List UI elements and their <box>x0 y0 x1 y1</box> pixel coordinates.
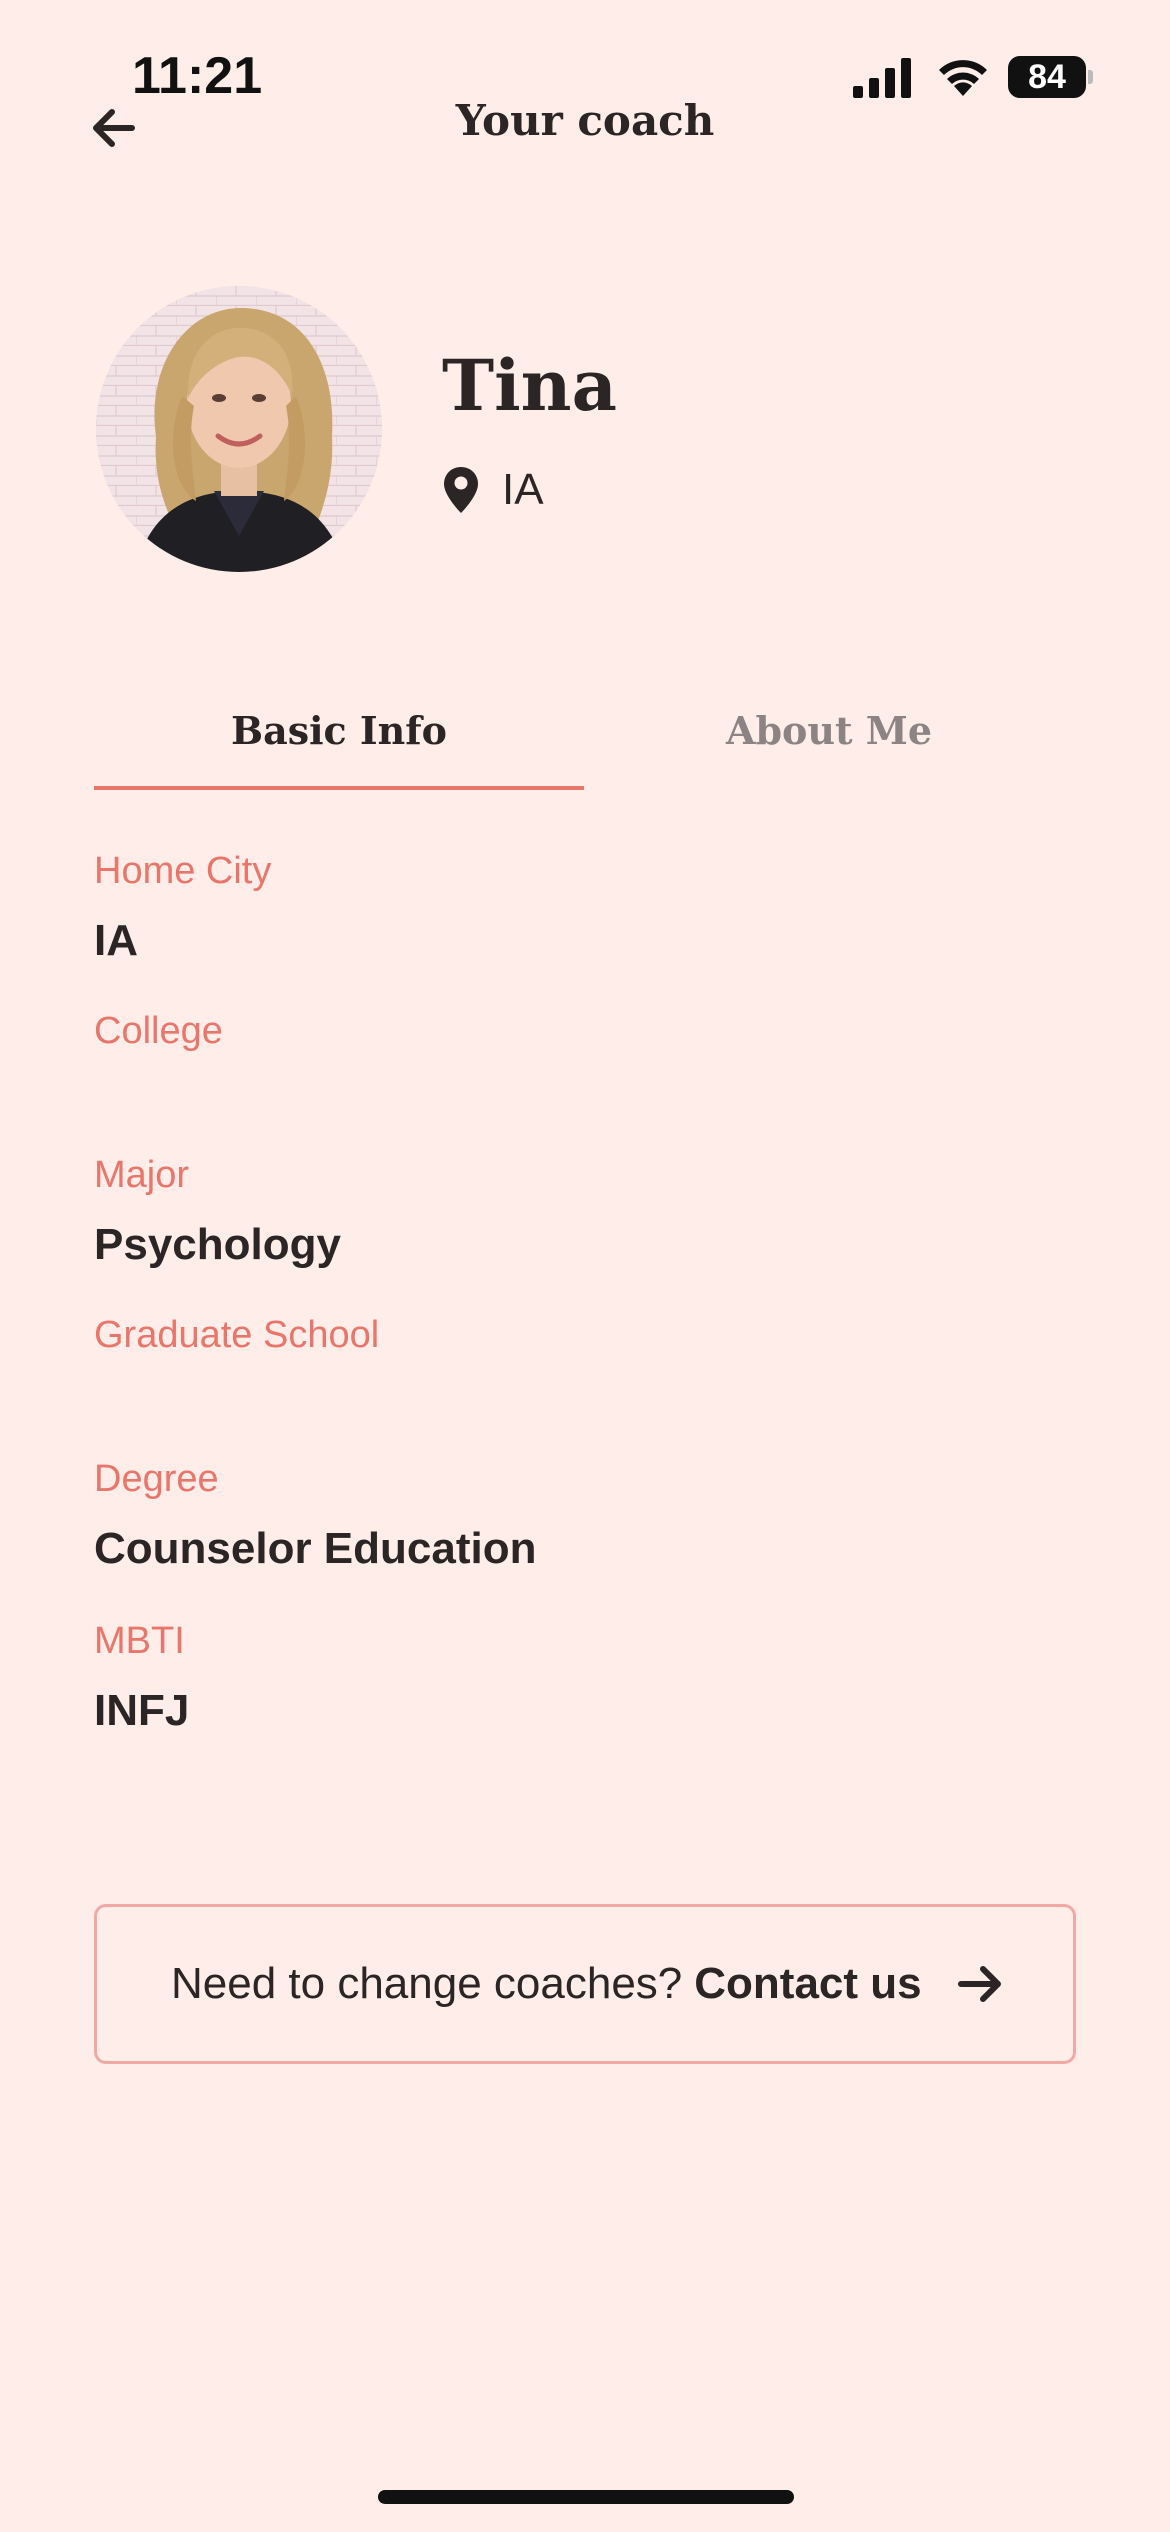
contact-text: Need to change coaches? Contact us <box>171 1907 922 2061</box>
field-label-degree: Degree <box>94 1458 219 1500</box>
location-text: IA <box>502 465 544 514</box>
page-title: Your coach <box>455 96 715 145</box>
tab-about-me[interactable]: About Me <box>584 670 1074 790</box>
field-value-home-city: IA <box>94 916 138 965</box>
signal-icon <box>853 58 911 98</box>
active-tab-indicator <box>94 786 584 790</box>
coach-name: Tina <box>442 344 617 427</box>
field-label-college: College <box>94 1010 223 1052</box>
field-label-home-city: Home City <box>94 850 272 892</box>
tab-bar: Basic Info About Me <box>94 670 1074 790</box>
wifi-icon <box>939 60 987 96</box>
coach-photo <box>96 286 382 572</box>
contact-us-link[interactable]: Contact us <box>694 1959 921 2009</box>
coach-location: IA <box>442 460 544 520</box>
field-label-graduate-school: Graduate School <box>94 1314 380 1356</box>
arrow-right-icon <box>958 1966 1001 2002</box>
home-indicator <box>378 2490 794 2504</box>
field-value-mbti: INFJ <box>94 1686 190 1735</box>
field-label-mbti: MBTI <box>94 1620 185 1662</box>
field-value-degree: Counselor Education <box>94 1524 537 1573</box>
field-label-major: Major <box>94 1154 190 1196</box>
avatar <box>96 286 382 572</box>
battery-level: 84 <box>1008 56 1086 98</box>
location-pin-icon <box>444 467 478 513</box>
contact-prompt: Need to change coaches? <box>171 1959 683 2008</box>
battery-icon: 84 <box>1008 56 1093 98</box>
field-value-major: Psychology <box>94 1220 341 1269</box>
tab-basic-info[interactable]: Basic Info <box>94 670 584 790</box>
change-coach-card[interactable]: Need to change coaches? Contact us <box>94 1904 1076 2064</box>
status-bar: 11:21 84 <box>0 0 1170 110</box>
